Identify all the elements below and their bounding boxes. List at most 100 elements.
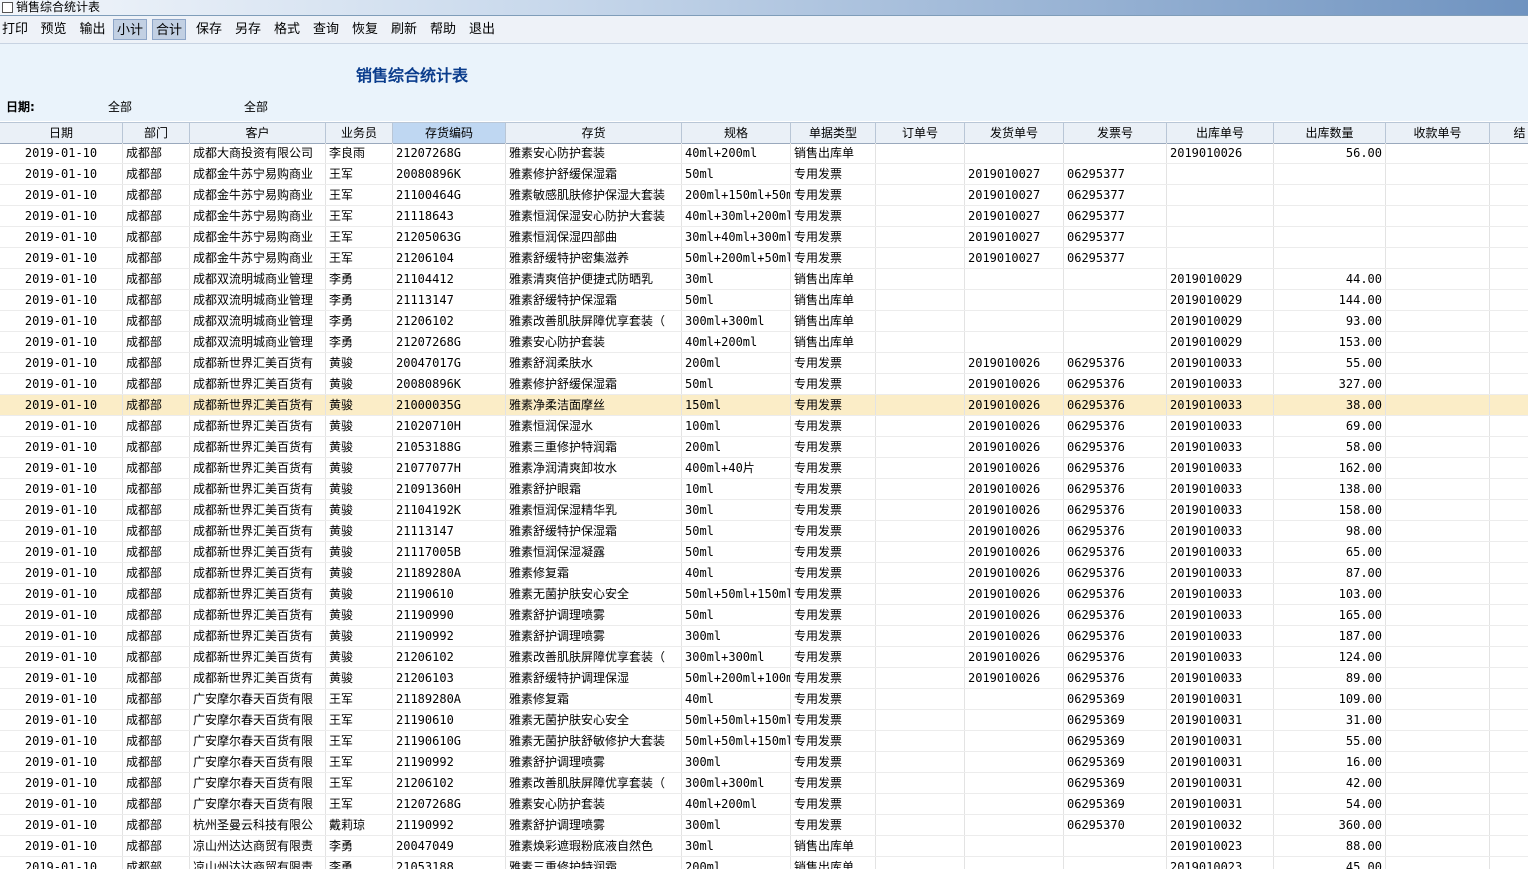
table-cell[interactable]: 21189280A (393, 689, 506, 709)
table-cell[interactable]: 成都部 (123, 542, 190, 562)
table-cell[interactable] (965, 290, 1064, 310)
table-cell[interactable]: 21077077H (393, 458, 506, 478)
table-cell[interactable]: 雅素无菌护肤舒敏修护大套装 (506, 731, 682, 751)
table-cell[interactable] (965, 332, 1064, 352)
table-cell[interactable] (1274, 227, 1386, 247)
column-header-1[interactable]: 部门 (123, 123, 190, 143)
table-cell[interactable]: 雅素净润清爽卸妆水 (506, 458, 682, 478)
toolbar-button-11[interactable]: 帮助 (428, 19, 458, 40)
table-cell[interactable]: 50ml+200ml+50ml (682, 248, 791, 268)
table-cell[interactable]: 雅素三重修护特润霜 (506, 857, 682, 869)
table-cell[interactable] (1167, 248, 1274, 268)
table-cell[interactable]: 2019010033 (1167, 605, 1274, 625)
table-cell[interactable]: 成都双流明城商业管理 (190, 290, 326, 310)
table-cell[interactable]: 06295376 (1064, 584, 1167, 604)
table-cell[interactable]: 153.00 (1274, 332, 1386, 352)
table-cell[interactable] (1386, 584, 1490, 604)
table-row[interactable]: 2019-01-10 成都部 广安摩尔春天百货有限 王军 21206102 雅素改善肌肤屏… (0, 773, 1528, 794)
table-cell[interactable]: 06295376 (1064, 416, 1167, 436)
table-cell[interactable]: 成都部 (123, 521, 190, 541)
table-cell[interactable]: 黄骏 (326, 374, 393, 394)
table-cell[interactable]: 124.00 (1274, 647, 1386, 667)
table-cell[interactable]: 成都部 (123, 584, 190, 604)
table-cell[interactable]: 成都部 (123, 458, 190, 478)
table-cell[interactable]: 2019010031 (1167, 710, 1274, 730)
table-cell[interactable]: 06295376 (1064, 668, 1167, 688)
table-cell[interactable]: 黄骏 (326, 584, 393, 604)
table-cell[interactable] (876, 815, 965, 835)
table-cell[interactable]: 2019010027 (965, 248, 1064, 268)
table-cell[interactable]: 成都部 (123, 206, 190, 226)
table-cell[interactable] (965, 311, 1064, 331)
table-cell[interactable]: 2019010023 (1167, 857, 1274, 869)
column-header-7[interactable]: 单据类型 (791, 123, 876, 143)
table-cell[interactable]: 2019010029 (1167, 290, 1274, 310)
table-cell[interactable]: 50ml (682, 290, 791, 310)
table-cell[interactable]: 成都部 (123, 815, 190, 835)
column-header-10[interactable]: 发票号 (1064, 123, 1167, 143)
table-cell[interactable]: 李勇 (326, 290, 393, 310)
table-cell[interactable] (876, 668, 965, 688)
table-cell[interactable] (876, 269, 965, 289)
table-cell[interactable]: 成都部 (123, 353, 190, 373)
table-cell[interactable]: 2019010033 (1167, 668, 1274, 688)
table-cell[interactable]: 88.00 (1274, 836, 1386, 856)
table-cell[interactable]: 103.00 (1274, 584, 1386, 604)
table-cell[interactable] (876, 395, 965, 415)
table-cell[interactable] (876, 479, 965, 499)
table-cell[interactable]: 成都部 (123, 668, 190, 688)
table-cell[interactable]: 30ml (682, 500, 791, 520)
table-cell[interactable]: 2019010031 (1167, 752, 1274, 772)
table-cell[interactable]: 2019-01-10 (0, 395, 123, 415)
table-cell[interactable]: 王军 (326, 185, 393, 205)
table-cell[interactable]: 2019010033 (1167, 647, 1274, 667)
table-cell[interactable]: 专用发票 (791, 731, 876, 751)
table-cell[interactable]: 成都部 (123, 794, 190, 814)
table-cell[interactable]: 成都部 (123, 647, 190, 667)
table-cell[interactable]: 06295377 (1064, 185, 1167, 205)
table-row[interactable]: 2019-01-10 成都部 成都新世界汇美百货有 黄骏 21077077H 雅素净润清爽… (0, 458, 1528, 479)
table-cell[interactable]: 06295376 (1064, 437, 1167, 457)
table-cell[interactable]: 专用发票 (791, 794, 876, 814)
table-cell[interactable]: 2019010026 (965, 374, 1064, 394)
table-row[interactable]: 2019-01-10 成都部 杭州圣曼云科技有限公 戴莉琼 21190992 雅素舒护调理… (0, 815, 1528, 836)
table-cell[interactable]: 王军 (326, 710, 393, 730)
table-cell[interactable]: 成都部 (123, 185, 190, 205)
table-cell[interactable]: 360.00 (1274, 815, 1386, 835)
table-cell[interactable]: 专用发票 (791, 206, 876, 226)
toolbar-button-2[interactable]: 输出 (77, 19, 108, 40)
table-cell[interactable] (1167, 185, 1274, 205)
table-cell[interactable]: 06295376 (1064, 647, 1167, 667)
table-cell[interactable]: 300ml (682, 626, 791, 646)
table-cell[interactable]: 专用发票 (791, 773, 876, 793)
table-cell[interactable]: 21206102 (393, 311, 506, 331)
table-cell[interactable]: 专用发票 (791, 521, 876, 541)
table-cell[interactable]: 成都部 (123, 227, 190, 247)
table-cell[interactable]: 20047049 (393, 836, 506, 856)
table-cell[interactable]: 成都部 (123, 731, 190, 751)
table-cell[interactable]: 2019010033 (1167, 395, 1274, 415)
data-grid[interactable]: 日期 部门 客户 业务员 存货编码 存货 规格 单据类型 订单号 发货单号 发票号 出库单号 出库数量收… (0, 122, 1528, 869)
table-cell[interactable] (965, 731, 1064, 751)
table-cell[interactable]: 成都部 (123, 437, 190, 457)
table-cell[interactable]: 16.00 (1274, 752, 1386, 772)
table-cell[interactable]: 专用发票 (791, 710, 876, 730)
table-cell[interactable]: 138.00 (1274, 479, 1386, 499)
column-header-9[interactable]: 发货单号 (965, 123, 1064, 143)
table-cell[interactable]: 40ml (682, 563, 791, 583)
table-cell[interactable]: 2019010033 (1167, 500, 1274, 520)
table-cell[interactable]: 40ml+30ml+200ml (682, 206, 791, 226)
table-cell[interactable] (876, 563, 965, 583)
table-cell[interactable]: 黄骏 (326, 395, 393, 415)
column-header-4[interactable]: 存货编码 (393, 123, 506, 143)
table-cell[interactable]: 雅素恒润保湿精华乳 (506, 500, 682, 520)
table-cell[interactable] (1386, 458, 1490, 478)
table-cell[interactable]: 89.00 (1274, 668, 1386, 688)
table-cell[interactable]: 69.00 (1274, 416, 1386, 436)
table-cell[interactable]: 2019-01-10 (0, 773, 123, 793)
table-cell[interactable]: 2019010026 (965, 458, 1064, 478)
table-cell[interactable] (1386, 815, 1490, 835)
table-cell[interactable]: 2019010031 (1167, 794, 1274, 814)
table-cell[interactable]: 06295377 (1064, 206, 1167, 226)
table-cell[interactable] (1064, 269, 1167, 289)
